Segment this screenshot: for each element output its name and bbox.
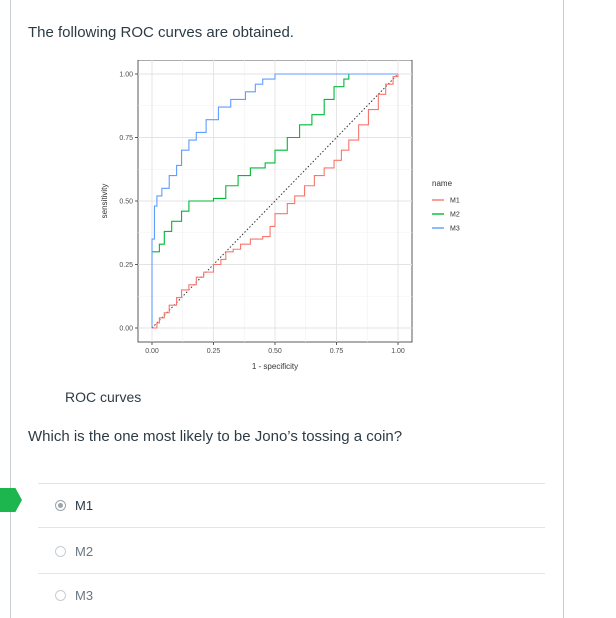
x-tick-label: 0.75 xyxy=(330,348,344,355)
y-tick-label: 0.00 xyxy=(119,326,133,333)
x-ticks: 0.00 0.25 0.50 0.75 1.00 xyxy=(145,342,405,355)
legend-items: M1 M2 M3 xyxy=(432,198,460,233)
legend: name M1 M2 M3 xyxy=(432,179,460,233)
answer-label-m2: M2 xyxy=(75,543,94,559)
answer-label-m3: M3 xyxy=(75,587,94,603)
y-tick-label: 0.50 xyxy=(119,199,133,206)
legend-label-m3: M3 xyxy=(450,226,460,233)
y-tick-label: 0.75 xyxy=(119,135,133,142)
x-tick-label: 0.25 xyxy=(207,348,221,355)
x-axis-label: 1 - specificity xyxy=(252,362,298,371)
radio-m2[interactable] xyxy=(55,545,66,557)
legend-label-m2: M2 xyxy=(450,212,460,219)
legend-label-m1: M1 xyxy=(450,198,460,205)
y-axis-label: sensitivity xyxy=(100,184,109,219)
x-tick-label: 0.00 xyxy=(145,348,159,355)
question-intro: The following ROC curves are obtained. xyxy=(28,24,294,41)
x-tick-label: 0.50 xyxy=(268,348,282,355)
legend-title: name xyxy=(432,179,453,188)
divider xyxy=(38,573,545,574)
radio-m1[interactable] xyxy=(55,499,66,511)
answer-option-m2[interactable]: M2 xyxy=(55,541,93,561)
divider xyxy=(38,483,545,484)
answer-label-m1: M1 xyxy=(75,497,94,513)
y-ticks: 0.00 0.25 0.50 0.75 1.00 xyxy=(119,72,138,333)
roc-chart: 0.00 0.25 0.50 0.75 1.00 0.00 0.25 0.50 0.75 1.0… xyxy=(100,60,413,371)
x-tick-label: 1.00 xyxy=(391,348,405,355)
question-prompt: Which is the one most likely to be Jono’… xyxy=(28,428,403,445)
answer-option-m1[interactable]: M1 xyxy=(55,495,93,515)
y-tick-label: 1.00 xyxy=(119,72,133,79)
divider xyxy=(38,527,545,528)
figure-caption: ROC curves xyxy=(65,389,142,405)
y-tick-label: 0.25 xyxy=(119,262,133,269)
radio-m3[interactable] xyxy=(55,589,66,601)
answer-option-m3[interactable]: M3 xyxy=(55,585,93,605)
